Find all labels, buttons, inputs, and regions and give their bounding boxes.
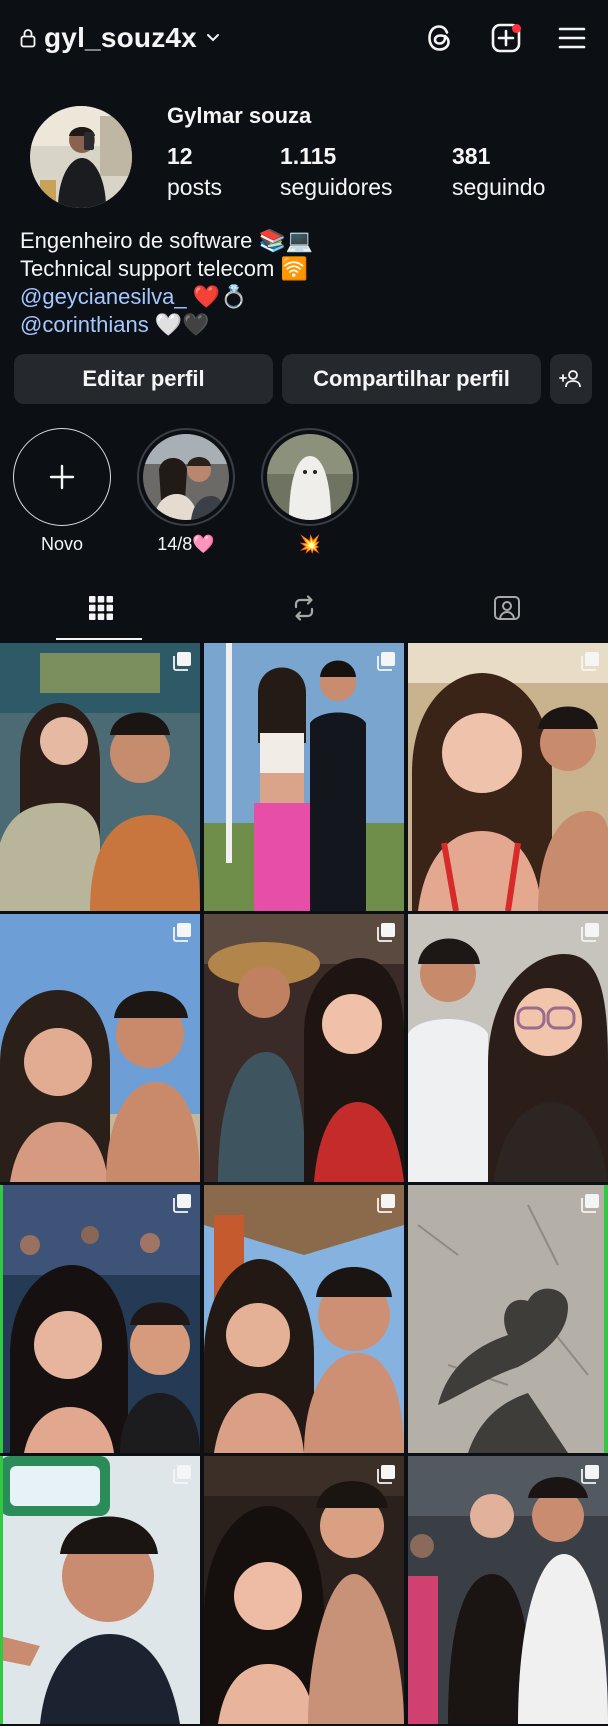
bio-emoji: 🤍🖤	[148, 312, 210, 337]
stat-followers[interactable]: 1.115 seguidores	[280, 142, 452, 204]
post-thumbnail[interactable]	[0, 1456, 200, 1724]
create-post-icon[interactable]	[488, 20, 524, 56]
carousel-icon	[581, 923, 599, 942]
post-thumbnail[interactable]	[204, 1185, 404, 1453]
carousel-icon	[173, 1194, 191, 1213]
highlight-ring	[261, 428, 359, 526]
repost-icon	[294, 595, 314, 621]
tab-reposts[interactable]	[203, 576, 406, 640]
highlight-label: 14/8🩷	[157, 534, 215, 554]
active-tab-indicator	[56, 638, 142, 640]
posts-count: 12	[167, 143, 193, 169]
threads-icon[interactable]	[422, 20, 458, 56]
plus-icon	[49, 464, 75, 490]
selection-edge	[604, 1185, 608, 1453]
carousel-icon	[581, 1465, 599, 1484]
highlight-item[interactable]: 💥	[260, 428, 360, 555]
bio-emoji: ❤️💍	[186, 284, 248, 309]
photo-couple-crowd	[0, 1185, 200, 1453]
photo-couple-standing	[204, 643, 404, 911]
highlight-ring	[137, 428, 235, 526]
photo-heart-shadow	[408, 1185, 608, 1453]
bio-line: @corinthians 🤍🖤	[20, 311, 313, 339]
photo-couple-kiss	[408, 1456, 608, 1724]
chevron-down-icon	[205, 32, 221, 44]
username: gyl_souz4x	[44, 22, 197, 53]
post-thumbnail[interactable]	[204, 914, 404, 1182]
profile-avatar[interactable]	[30, 106, 132, 208]
carousel-icon	[581, 1194, 599, 1213]
add-person-icon	[559, 370, 581, 388]
stat-following[interactable]: 381 seguindo	[452, 142, 545, 204]
account-switcher[interactable]: gyl_souz4x	[20, 22, 221, 54]
display-name: Gylmar souza	[167, 103, 312, 128]
followers-label: seguidores	[280, 174, 393, 200]
highlight-label: 💥	[298, 534, 322, 554]
photo-selfie-boy	[0, 1456, 200, 1724]
highlight-cover	[267, 434, 353, 520]
post-thumbnail[interactable]	[0, 643, 200, 911]
post-thumbnail[interactable]	[408, 1456, 608, 1724]
carousel-icon	[173, 1465, 191, 1484]
highlight-ring	[13, 428, 111, 526]
grid-icon	[89, 596, 114, 620]
post-thumbnail[interactable]	[204, 1456, 404, 1724]
carousel-icon	[377, 1194, 395, 1213]
carousel-icon	[377, 1465, 395, 1484]
photo-couple-sky	[0, 914, 200, 1182]
photo-couple-beach	[408, 643, 608, 911]
selection-edge	[0, 1456, 3, 1724]
post-thumbnail[interactable]	[408, 643, 608, 911]
profile-actions: Editar perfil Compartilhar perfil	[14, 354, 592, 404]
discover-people-button[interactable]	[550, 354, 592, 404]
bio-line: Technical support telecom 🛜	[20, 256, 308, 281]
tab-posts[interactable]	[0, 576, 203, 640]
bio-mention-link[interactable]: @corinthians	[20, 312, 149, 337]
photo-couple-hat	[204, 914, 404, 1182]
post-thumbnail[interactable]	[408, 1185, 608, 1453]
share-profile-button[interactable]: Compartilhar perfil	[282, 354, 541, 404]
profile-bio: Engenheiro de software 📚💻 Technical supp…	[20, 227, 313, 339]
menu-icon[interactable]	[554, 20, 590, 56]
top-bar: gyl_souz4x	[0, 0, 608, 84]
post-thumbnail[interactable]	[0, 914, 200, 1182]
highlight-item[interactable]: 14/8🩷	[136, 428, 236, 555]
posts-label: posts	[167, 174, 222, 200]
photo-couple-park	[0, 643, 200, 911]
tagged-icon	[493, 596, 520, 620]
notification-dot	[512, 24, 521, 33]
edit-profile-button[interactable]: Editar perfil	[14, 354, 273, 404]
photo-couple-night	[204, 1456, 404, 1724]
profile-tabs	[0, 576, 608, 640]
profile-stats: 12 posts 1.115 seguidores 381 seguindo	[167, 142, 545, 204]
posts-grid	[0, 643, 608, 1724]
highlight-label: Novo	[40, 534, 84, 554]
selection-edge	[0, 1185, 3, 1453]
following-count: 381	[452, 143, 491, 169]
bio-line: Engenheiro de software 📚💻	[20, 228, 314, 253]
lock-icon	[20, 28, 36, 48]
carousel-icon	[377, 923, 395, 942]
stat-posts[interactable]: 12 posts	[167, 142, 280, 204]
highlight-cover	[143, 434, 229, 520]
bio-line: @geycianesilva_ ❤️💍	[20, 283, 313, 311]
post-thumbnail[interactable]	[408, 914, 608, 1182]
post-thumbnail[interactable]	[204, 643, 404, 911]
carousel-icon	[173, 923, 191, 942]
top-actions	[422, 20, 590, 56]
carousel-icon	[173, 652, 191, 671]
bio-mention-link[interactable]: @geycianesilva_	[20, 284, 187, 309]
carousel-icon	[581, 652, 599, 671]
highlight-new[interactable]: Novo	[12, 428, 112, 555]
carousel-icon	[377, 652, 395, 671]
following-label: seguindo	[452, 174, 546, 200]
profile-screen: gyl_souz4x Gylmar souza 12 posts 1.115 s…	[0, 0, 608, 1726]
story-highlights: Novo 14/8🩷 💥	[12, 428, 360, 555]
photo-couple-kiosk	[204, 1185, 404, 1453]
followers-count: 1.115	[280, 143, 337, 169]
tab-tagged[interactable]	[405, 576, 608, 640]
post-thumbnail[interactable]	[0, 1185, 200, 1453]
photo-couple-glasses	[408, 914, 608, 1182]
